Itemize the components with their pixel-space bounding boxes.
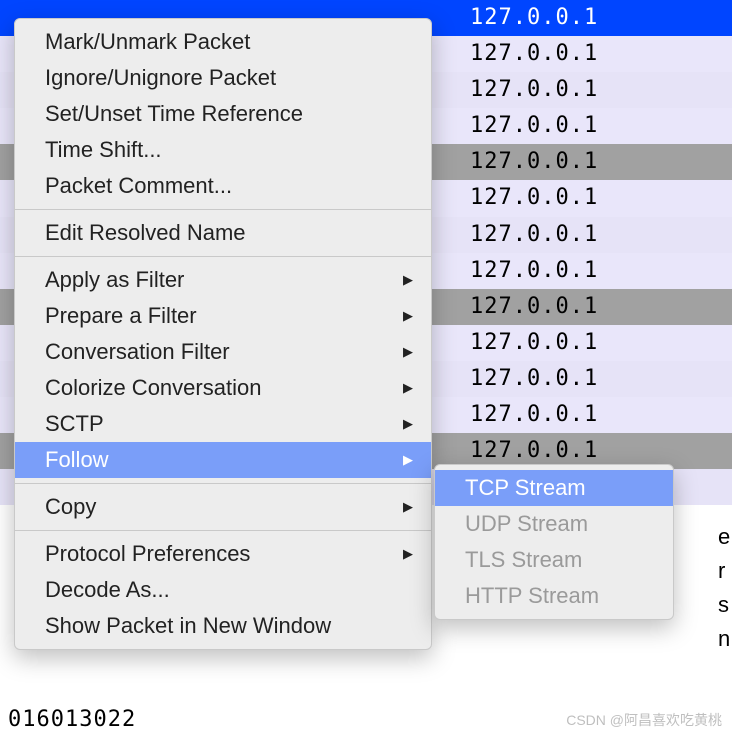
- menu-item-time-shift[interactable]: Time Shift...: [15, 132, 431, 168]
- menu-item-label: Protocol Preferences: [45, 536, 250, 572]
- menu-item-label: Ignore/Unignore Packet: [45, 60, 276, 96]
- submenu-item-tls-stream: TLS Stream: [435, 542, 673, 578]
- menu-item-colorize-conversation[interactable]: Colorize Conversation ▶: [15, 370, 431, 406]
- submenu-item-http-stream: HTTP Stream: [435, 578, 673, 614]
- menu-separator: [15, 256, 431, 257]
- menu-item-label: Time Shift...: [45, 132, 162, 168]
- menu-item-set-unset-time-reference[interactable]: Set/Unset Time Reference: [15, 96, 431, 132]
- menu-item-label: Prepare a Filter: [45, 298, 197, 334]
- submenu-item-udp-stream: UDP Stream: [435, 506, 673, 542]
- menu-item-label: Follow: [45, 442, 109, 478]
- menu-item-conversation-filter[interactable]: Conversation Filter ▶: [15, 334, 431, 370]
- submenu-arrow-icon: ▶: [403, 442, 413, 478]
- menu-item-label: Set/Unset Time Reference: [45, 96, 303, 132]
- menu-item-label: Edit Resolved Name: [45, 215, 246, 251]
- menu-item-apply-as-filter[interactable]: Apply as Filter ▶: [15, 262, 431, 298]
- menu-separator: [15, 530, 431, 531]
- submenu-arrow-icon: ▶: [403, 298, 413, 334]
- submenu-arrow-icon: ▶: [403, 334, 413, 370]
- menu-item-label: Copy: [45, 489, 96, 525]
- menu-item-label: Colorize Conversation: [45, 370, 261, 406]
- partial-char: s: [718, 592, 729, 618]
- partial-char: n: [718, 626, 730, 652]
- submenu-arrow-icon: ▶: [403, 262, 413, 298]
- menu-item-label: Mark/Unmark Packet: [45, 24, 250, 60]
- menu-item-label: Packet Comment...: [45, 168, 232, 204]
- menu-item-follow[interactable]: Follow ▶: [15, 442, 431, 478]
- menu-item-label: Show Packet in New Window: [45, 608, 331, 644]
- menu-item-label: Apply as Filter: [45, 262, 184, 298]
- submenu-arrow-icon: ▶: [403, 489, 413, 525]
- menu-item-label: Decode As...: [45, 572, 170, 608]
- submenu-arrow-icon: ▶: [403, 536, 413, 572]
- submenu-arrow-icon: ▶: [403, 370, 413, 406]
- menu-item-prepare-a-filter[interactable]: Prepare a Filter ▶: [15, 298, 431, 334]
- menu-item-edit-resolved-name[interactable]: Edit Resolved Name: [15, 215, 431, 251]
- menu-item-sctp[interactable]: SCTP ▶: [15, 406, 431, 442]
- menu-item-label: SCTP: [45, 406, 104, 442]
- follow-submenu[interactable]: TCP StreamUDP StreamTLS StreamHTTP Strea…: [434, 464, 674, 620]
- partial-char: r: [718, 558, 725, 584]
- menu-item-label: Conversation Filter: [45, 334, 230, 370]
- submenu-item-tcp-stream[interactable]: TCP Stream: [435, 470, 673, 506]
- menu-item-ignore-unignore-packet[interactable]: Ignore/Unignore Packet: [15, 60, 431, 96]
- partial-char: e: [718, 524, 730, 550]
- context-menu[interactable]: Mark/Unmark PacketIgnore/Unignore Packet…: [14, 18, 432, 650]
- watermark: CSDN @阿昌喜欢吃黄桃: [566, 710, 722, 730]
- menu-separator: [15, 209, 431, 210]
- menu-item-copy[interactable]: Copy ▶: [15, 489, 431, 525]
- menu-item-mark-unmark-packet[interactable]: Mark/Unmark Packet: [15, 24, 431, 60]
- submenu-arrow-icon: ▶: [403, 406, 413, 442]
- menu-item-decode-as[interactable]: Decode As...: [15, 572, 431, 608]
- packet-bytes-partial: 016013022: [8, 707, 136, 732]
- menu-item-show-packet-in-new-window[interactable]: Show Packet in New Window: [15, 608, 431, 644]
- menu-item-protocol-preferences[interactable]: Protocol Preferences ▶: [15, 536, 431, 572]
- menu-item-packet-comment[interactable]: Packet Comment...: [15, 168, 431, 204]
- menu-separator: [15, 483, 431, 484]
